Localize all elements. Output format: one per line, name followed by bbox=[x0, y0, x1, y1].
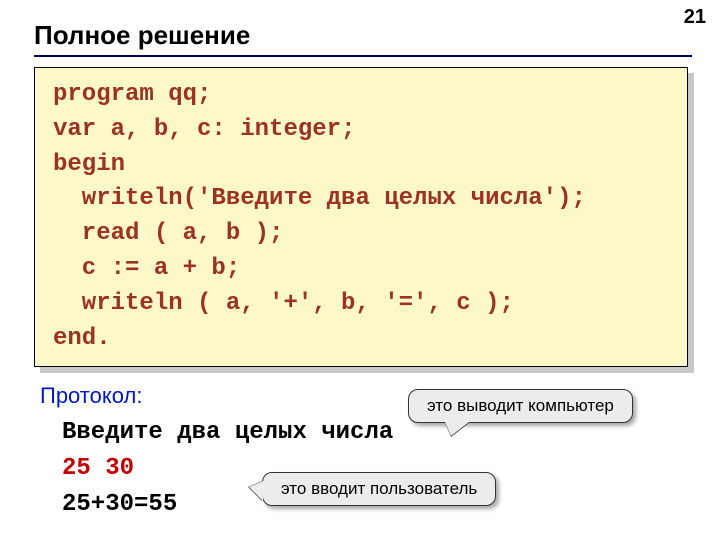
callout-computer-text: это выводит компьютер bbox=[427, 396, 614, 415]
code-block: program qq; var a, b, c: integer; begin … bbox=[34, 67, 688, 367]
page-number: 21 bbox=[684, 6, 706, 29]
callout-tail-icon bbox=[445, 422, 469, 436]
callout-user-input: это вводит пользователь bbox=[262, 472, 496, 506]
title-rule bbox=[34, 55, 692, 57]
callout-user-text: это вводит пользователь bbox=[281, 479, 477, 498]
code-block-container: program qq; var a, b, c: integer; begin … bbox=[34, 67, 688, 367]
callout-computer-output: это выводит компьютер bbox=[408, 389, 633, 423]
callout-tail-icon bbox=[249, 481, 263, 501]
slide-title: Полное решение bbox=[34, 20, 692, 51]
protocol-block: Введите два целых числа 25 30 25+30=55 bbox=[62, 415, 692, 523]
